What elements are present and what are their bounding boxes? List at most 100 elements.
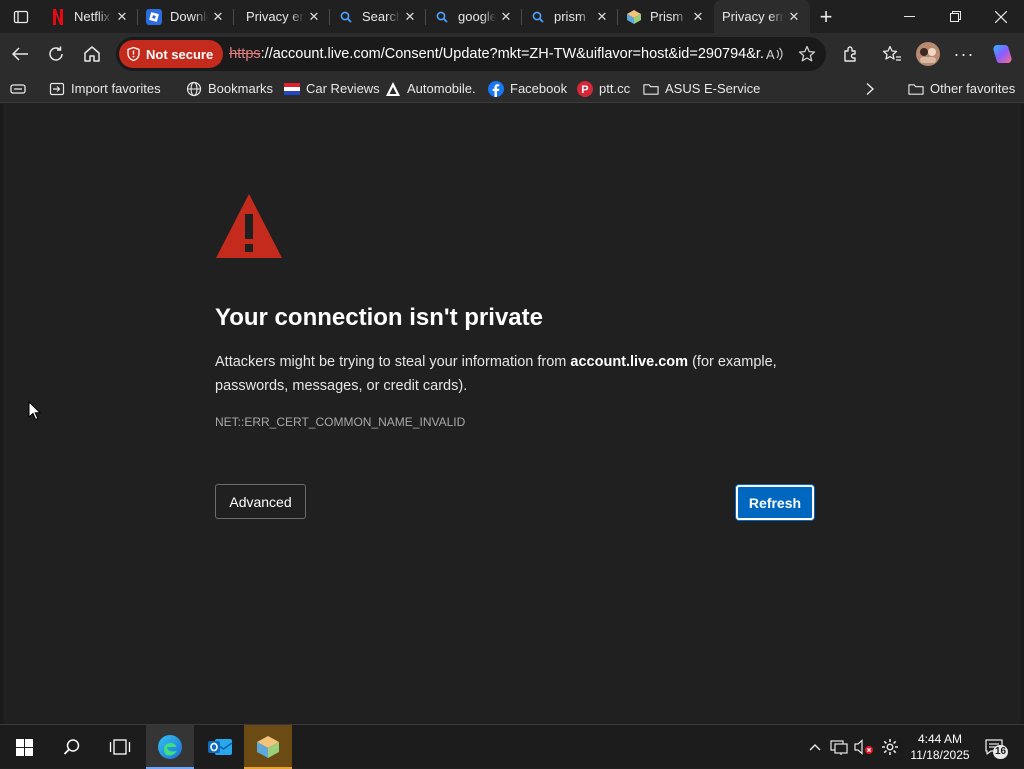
favorite-automobile[interactable]: Automobile. [385, 75, 476, 102]
automobile-icon [385, 81, 401, 97]
prism-icon [257, 736, 279, 758]
close-icon[interactable]: ✕ [400, 7, 420, 27]
close-icon[interactable]: ✕ [496, 7, 516, 27]
close-icon[interactable]: ✕ [784, 7, 804, 27]
favorite-bookmarks[interactable]: Bookmarks [186, 75, 273, 102]
extensions-button[interactable] [833, 36, 869, 72]
tab-privacy-error[interactable]: Privacy error ✕ [234, 0, 330, 33]
favorite-facebook[interactable]: Facebook [488, 75, 567, 102]
network-button[interactable] [828, 725, 850, 769]
url-text[interactable]: https://account.live.com/Consent/Update?… [229, 46, 764, 62]
favorite-label: Facebook [510, 81, 568, 96]
search-icon [530, 9, 546, 25]
new-tab-button[interactable]: + [810, 0, 842, 33]
search-icon [434, 9, 450, 25]
start-button[interactable] [0, 725, 48, 769]
minimize-button[interactable] [886, 0, 932, 33]
read-aloud-icon[interactable]: A [764, 44, 786, 64]
taskbar-edge[interactable] [146, 725, 194, 769]
refresh-button[interactable]: Refresh [736, 485, 814, 520]
favorites-bar: Import favorites Bookmarks Car Reviews A… [0, 75, 1024, 103]
favorite-asus-eservice[interactable]: ASUS E-Service [643, 75, 760, 102]
clock-date: 11/18/2025 [910, 748, 970, 762]
favorite-car-reviews[interactable]: Car Reviews [284, 75, 380, 102]
shield-warning-icon [127, 47, 140, 61]
favorite-label: Car Reviews [306, 81, 380, 96]
reload-button[interactable] [38, 36, 74, 72]
tab-title: Download [170, 9, 208, 24]
taskbar-prism[interactable] [244, 725, 292, 769]
home-button[interactable] [74, 36, 110, 72]
not-secure-badge[interactable]: Not secure [119, 40, 224, 68]
warning-triangle-icon [216, 194, 282, 258]
tab-title: Prism [650, 9, 688, 24]
settings-button[interactable] [878, 725, 902, 769]
svg-text:A: A [766, 47, 775, 62]
restore-button[interactable] [932, 0, 978, 33]
tab-netflix[interactable]: Netflix ✕ [42, 0, 138, 33]
prism-icon [626, 9, 642, 25]
address-bar[interactable]: Not secure https://account.live.com/Cons… [116, 37, 826, 71]
close-icon[interactable]: ✕ [304, 7, 324, 27]
close-window-button[interactable] [978, 0, 1024, 33]
favorites-bar-toggle[interactable] [10, 75, 26, 102]
error-code[interactable]: NET::ERR_CERT_COMMON_NAME_INVALID [215, 415, 465, 429]
globe-icon [186, 81, 202, 97]
taskbar: 4:44 AM 11/18/2025 16 [0, 724, 1024, 769]
page-content: Your connection isn't private Attackers … [0, 104, 1024, 724]
clock[interactable]: 4:44 AM 11/18/2025 [905, 731, 975, 763]
restore-icon [949, 11, 961, 22]
tab-search[interactable]: Search ✕ [330, 0, 426, 33]
favorite-label: Import favorites [71, 81, 161, 96]
advanced-button[interactable]: Advanced [215, 484, 306, 519]
domain-name: account.live.com [570, 354, 689, 370]
tab-prism[interactable]: Prism ✕ [618, 0, 714, 33]
search-icon [338, 9, 354, 25]
netflix-icon [50, 8, 66, 25]
notification-count-badge: 16 [993, 745, 1009, 759]
tab-title: Search [362, 9, 400, 24]
taskbar-outlook[interactable] [196, 725, 244, 769]
favorite-star-icon[interactable] [796, 44, 818, 64]
favorite-label: ASUS E-Service [665, 81, 761, 96]
tab-prism-search[interactable]: prism ✕ [522, 0, 618, 33]
close-icon[interactable]: ✕ [592, 7, 612, 27]
outlook-icon [208, 739, 233, 755]
profile-button[interactable] [910, 36, 946, 72]
settings-more-button[interactable]: ··· [946, 36, 982, 72]
favorites-list-icon [882, 45, 901, 61]
edge-icon [158, 735, 182, 759]
favorites-button[interactable] [874, 36, 910, 72]
volume-button[interactable] [852, 725, 876, 769]
tab-download[interactable]: Download ✕ [138, 0, 234, 33]
other-favorites[interactable]: Other favorites [908, 75, 1015, 102]
favorite-ptt[interactable]: P ptt.cc [577, 75, 630, 102]
search-button[interactable] [48, 725, 96, 769]
close-icon[interactable]: ✕ [112, 7, 132, 27]
tab-privacy-error-active[interactable]: Privacy error ✕ [714, 0, 810, 33]
task-view-button[interactable] [96, 725, 144, 769]
not-secure-label: Not secure [146, 46, 214, 62]
back-button[interactable] [2, 36, 38, 72]
folder-icon [643, 81, 659, 97]
close-icon[interactable]: ✕ [688, 7, 708, 27]
error-description: Attackers might be trying to steal your … [215, 350, 785, 398]
tab-strip: Netflix ✕ Download ✕ Privacy error ✕ Sea… [0, 0, 1024, 33]
close-icon[interactable]: ✕ [208, 7, 228, 27]
tab-google[interactable]: google ✕ [426, 0, 522, 33]
show-hidden-icons-button[interactable] [804, 725, 826, 769]
gear-icon [882, 739, 898, 755]
description-text: Attackers might be trying to steal your … [215, 354, 571, 370]
tab-actions-button[interactable] [0, 0, 42, 33]
favorite-label: ptt.cc [599, 81, 631, 96]
tab-title: google [458, 9, 496, 24]
back-arrow-icon [11, 47, 28, 61]
url-rest: ://account.live.com/Consent/Update?mkt=Z… [260, 46, 765, 62]
volume-muted-icon [854, 739, 873, 755]
copilot-button[interactable] [984, 36, 1020, 72]
favorite-import[interactable]: Import favorites [49, 75, 161, 102]
favorites-overflow-button[interactable] [864, 75, 876, 102]
svg-text:P: P [581, 84, 588, 96]
avatar [916, 42, 940, 66]
chevron-up-icon [809, 744, 821, 751]
